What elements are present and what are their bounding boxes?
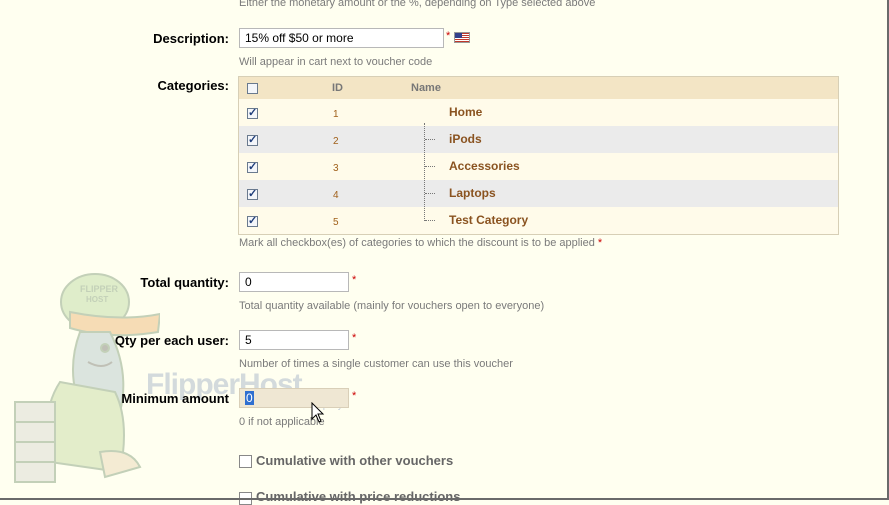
category-id: 1 xyxy=(333,109,339,120)
category-row: 2 iPods xyxy=(239,126,838,153)
description-label: Description: xyxy=(153,31,229,46)
tree-connector xyxy=(424,123,425,221)
minimum-amount-required-mark: * xyxy=(352,390,357,402)
flipperhost-mascot-watermark: FLIPPER HOST xyxy=(14,273,160,483)
qty-per-user-hint: Number of times a single customer can us… xyxy=(239,358,513,370)
description-hint: Will appear in cart next to voucher code xyxy=(239,56,433,68)
qty-per-user-input[interactable] xyxy=(239,330,349,350)
category-id: 4 xyxy=(333,190,339,201)
amount-hint: Either the monetary amount or the %, dep… xyxy=(239,0,596,9)
category-checkbox[interactable] xyxy=(247,214,258,227)
tree-connector xyxy=(425,220,435,221)
categories-required-mark: * xyxy=(597,237,603,249)
category-name[interactable]: Accessories xyxy=(449,159,520,173)
minimum-amount-selected-value: 0 xyxy=(245,391,254,405)
tree-connector xyxy=(425,166,435,167)
mouse-cursor-icon xyxy=(311,402,325,423)
category-row: 3 Accessories xyxy=(239,153,838,180)
qty-per-user-required-mark: * xyxy=(352,332,357,344)
cumulative-vouchers-checkbox[interactable] xyxy=(239,455,252,468)
category-id: 2 xyxy=(333,136,339,147)
qty-per-user-label: Qty per each user: xyxy=(114,333,229,348)
column-id: ID xyxy=(332,82,343,94)
categories-label: Categories: xyxy=(157,78,229,93)
categories-hint: Mark all checkbox(es) of categories to w… xyxy=(239,237,603,249)
description-required-mark: * xyxy=(446,30,451,42)
category-id: 5 xyxy=(333,217,339,228)
mascot-cap-text: FLIPPER xyxy=(80,284,119,294)
category-name[interactable]: Test Category xyxy=(449,213,528,227)
category-checkbox[interactable] xyxy=(247,133,258,146)
category-name[interactable]: iPods xyxy=(449,132,482,146)
total-quantity-input[interactable] xyxy=(239,272,349,292)
cumulative-price-label[interactable]: Cumulative with price reductions xyxy=(256,489,460,504)
category-checkbox[interactable] xyxy=(247,187,258,200)
categories-table-header: ID Name xyxy=(239,77,838,99)
tree-connector xyxy=(425,139,435,140)
us-flag-icon[interactable] xyxy=(454,32,470,43)
cumulative-vouchers-label[interactable]: Cumulative with other vouchers xyxy=(256,453,453,468)
total-quantity-label: Total quantity: xyxy=(140,275,229,290)
category-row: 4 Laptops xyxy=(239,180,838,207)
category-checkbox[interactable] xyxy=(247,160,258,173)
categories-table: ID Name 1 Home 2 iPods 3 Accessories 4 L… xyxy=(238,76,839,235)
category-row: 5 Test Category xyxy=(239,207,838,234)
category-id: 3 xyxy=(333,163,339,174)
minimum-amount-label: Minimum amount xyxy=(121,391,229,406)
total-quantity-required-mark: * xyxy=(352,274,357,286)
minimum-amount-input[interactable]: 0 xyxy=(239,388,349,408)
tree-connector xyxy=(425,193,435,194)
svg-text:HOST: HOST xyxy=(86,295,108,304)
description-input[interactable] xyxy=(239,28,444,48)
category-checkbox[interactable] xyxy=(247,106,258,119)
column-name: Name xyxy=(411,82,441,94)
total-quantity-hint: Total quantity available (mainly for vou… xyxy=(239,300,545,312)
select-all-checkbox[interactable] xyxy=(247,83,258,94)
category-name[interactable]: Home xyxy=(449,105,482,119)
category-name[interactable]: Laptops xyxy=(449,186,496,200)
category-row: 1 Home xyxy=(239,99,838,140)
